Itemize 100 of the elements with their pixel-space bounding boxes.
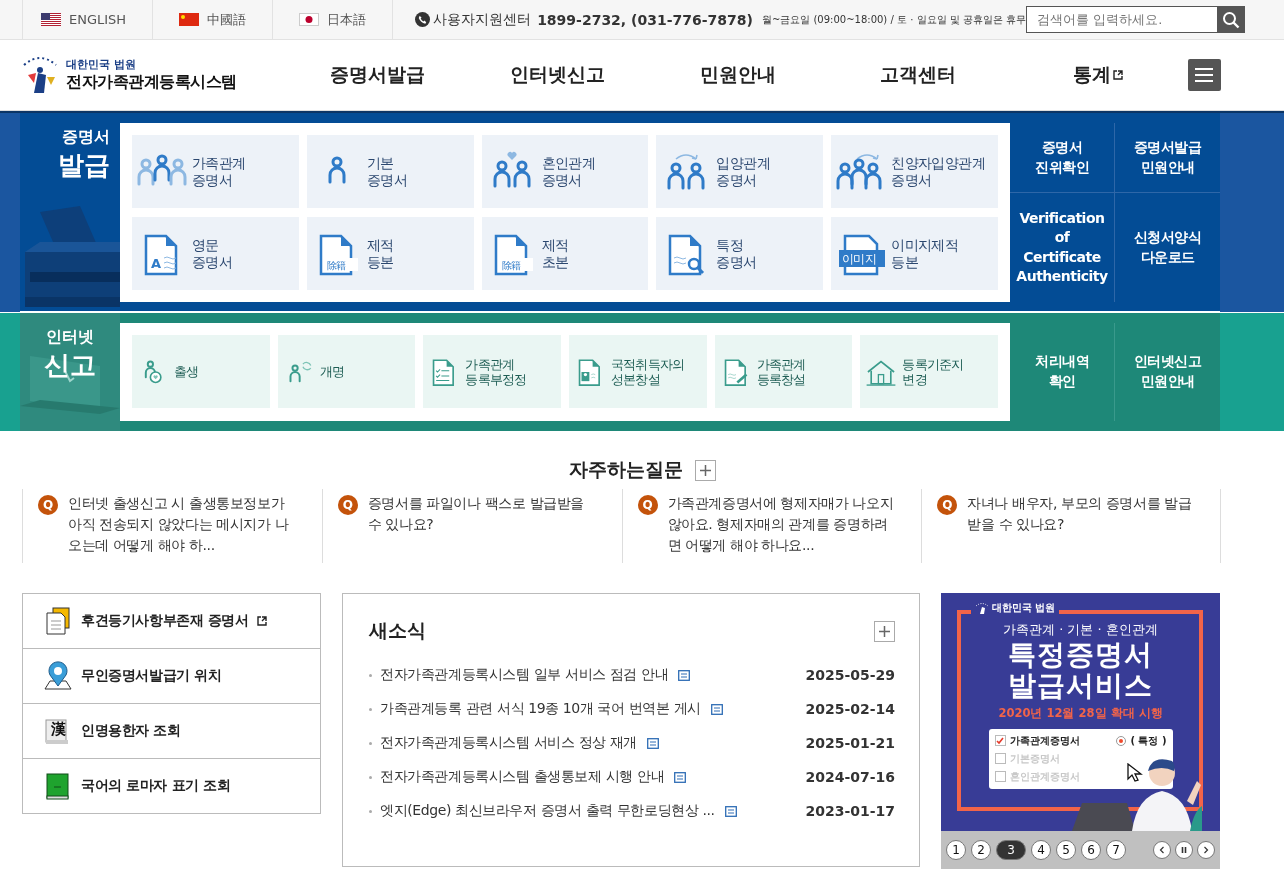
news-link[interactable]: 전자가족관계등록시스템 일부 서비스 점검 안내 (380, 666, 669, 684)
faq-item[interactable]: Q 증명서를 파일이나 팩스로 발급받을 수 있나요? (321, 489, 622, 563)
nav-link[interactable]: 민원안내 (647, 62, 828, 88)
chevron-right-icon (1202, 846, 1210, 854)
news-date: 2024-07-16 (805, 769, 895, 785)
bullet-icon (369, 673, 372, 677)
certificate-tile[interactable]: 기본 증명서 (306, 135, 474, 208)
nav-link[interactable]: 통계 (1007, 62, 1188, 88)
external-link-icon (256, 616, 267, 626)
bullet-icon (369, 707, 372, 711)
question-badge: Q (937, 495, 958, 515)
option-label: ( 특정 ) (1130, 733, 1167, 748)
section-link[interactable]: 인터넷신고 민원안내 (1115, 323, 1220, 421)
question-badge: Q (337, 495, 358, 515)
banner-notice: 2020년 12월 28일 확대 시행 (998, 705, 1163, 721)
language-link[interactable]: 中國語 (153, 0, 274, 39)
news-link[interactable]: 엣지(Edge) 최신브라우저 증명서 출력 무한로딩현상 ... (380, 802, 715, 820)
flag-icon (299, 13, 320, 26)
organization-name: 대한민국 법원 (66, 57, 137, 72)
organization-name: 대한민국 법원 (992, 601, 1056, 615)
section-title: 자주하는질문 (568, 457, 683, 482)
news-date: 2025-02-14 (805, 701, 895, 717)
section-title: 새소식 (369, 618, 426, 643)
cursor-icon (1127, 763, 1143, 783)
nav-link[interactable]: 증명서발급 (287, 62, 468, 88)
section-title: 신고 (44, 349, 96, 382)
banner-subtitle: 가족관계 · 기본 · 혼인관계 (1003, 621, 1158, 639)
site-title[interactable]: 전자가족관계등록시스템 (66, 72, 237, 93)
page-button[interactable]: 5 (1056, 840, 1076, 860)
plus-icon (699, 464, 711, 476)
search-icon (1221, 10, 1240, 29)
bullet-icon (369, 775, 372, 779)
document-icon (724, 805, 737, 817)
section-link[interactable]: Verification of Certificate Authenticity (1010, 193, 1115, 302)
language-link[interactable]: 日本語 (273, 0, 394, 39)
bullet-icon (369, 741, 372, 745)
news-date: 2025-01-21 (805, 735, 895, 751)
nav-link[interactable]: 고객센터 (827, 62, 1008, 88)
section-link[interactable]: 신청서양식 다운로드 (1115, 193, 1220, 302)
certificate-tile[interactable]: A 영문 증명서 (132, 217, 299, 290)
document-icon (646, 737, 659, 749)
page-button[interactable]: 7 (1106, 840, 1126, 860)
language-label[interactable]: 日本語 (327, 10, 367, 29)
page-button[interactable]: 6 (1081, 840, 1101, 860)
quick-link[interactable]: 무인증명서발급기 위치 (23, 649, 320, 704)
document-icon (710, 703, 723, 715)
section-link[interactable]: 증명서 진위확인 (1010, 123, 1115, 194)
faq-item[interactable]: Q 인터넷 출생신고 시 출생통보정보가 아직 전송되지 않았다는 메시지가 나오는데 어떻게 해야 하... (22, 489, 322, 563)
news-link[interactable]: 전자가족관계등록시스템 서비스 정상 재개 (380, 734, 637, 752)
certificate-tile[interactable]: 특정 증명서 (656, 217, 824, 290)
quick-link[interactable]: 漢 인명용한자 조회 (23, 704, 320, 759)
section-link[interactable]: 처리내역 확인 (1010, 323, 1115, 421)
page-button[interactable]: 1 (946, 840, 966, 860)
quick-link[interactable]: 후견등기사항부존재 증명서 (23, 594, 320, 649)
certificate-tile[interactable]: 혼인관계 증명서 (481, 135, 649, 208)
faq-item[interactable]: Q 자녀나 배우자, 부모의 증명서를 발급 받을 수 있나요? (921, 489, 1221, 563)
chevron-left-icon (1158, 846, 1166, 854)
search-field[interactable]: 검색어를 입력하세요. (1026, 6, 1246, 33)
page-button[interactable]: 3 (996, 840, 1026, 860)
certificate-tile[interactable]: 除籍 제적 초본 (481, 217, 649, 290)
report-tile[interactable]: 등록기준지 변경 (860, 335, 998, 408)
support-hours: 월~금요일 (09:00~18:00) / 토 · 일요일 및 공휴일은 휴무 (761, 12, 1027, 27)
section-subtitle: 증명서 (62, 127, 110, 148)
page-button[interactable]: 4 (1031, 840, 1051, 860)
certificate-tile[interactable]: 입양관계 증명서 (656, 135, 824, 208)
report-tile[interactable]: 가족관계 등록부정정 (423, 335, 561, 408)
search-button[interactable] (1217, 7, 1245, 32)
news-link[interactable]: 가족관계등록 관련 서식 19종 10개 국어 번역본 게시 (380, 700, 701, 718)
menu-button[interactable] (1187, 59, 1221, 91)
section-title: 발급 (58, 149, 110, 182)
language-link[interactable]: ENGLISH (22, 0, 154, 39)
documents-icon (43, 606, 73, 636)
checklist-label: 가족관계증명서 (1009, 733, 1080, 748)
certificate-tile[interactable]: 이미지 이미지제적 등본 (831, 217, 998, 290)
news-link[interactable]: 전자가족관계등록시스템 출생통보제 시행 안내 (380, 768, 665, 786)
more-button[interactable] (874, 620, 895, 642)
quick-link[interactable]: 국어의 로마자 표기 조회 (23, 759, 320, 813)
certificate-tile[interactable]: 除籍 제적 등본 (306, 217, 474, 290)
language-label[interactable]: 中國語 (207, 10, 247, 29)
report-tile[interactable]: 출생 (132, 335, 270, 408)
report-tile[interactable]: 국적취득자의 성본창설 (569, 335, 707, 408)
certificate-tile[interactable]: 가족관계 증명서 (132, 135, 299, 208)
more-button[interactable] (694, 459, 716, 481)
certificate-tile[interactable]: 친양자입양관계 증명서 (831, 135, 998, 208)
language-label[interactable]: ENGLISH (69, 12, 127, 27)
emblem-icon (975, 602, 989, 614)
previous-button[interactable] (1153, 841, 1171, 859)
next-button[interactable] (1197, 841, 1215, 859)
report-tile[interactable]: 개명 (277, 335, 416, 408)
phone-number: 1899-2732, (031-776-7878) (537, 11, 753, 28)
page-button[interactable]: 2 (971, 840, 991, 860)
nav-link[interactable]: 인터넷신고 (467, 62, 648, 88)
faq-item[interactable]: Q 가족관계증명서에 형제자매가 나오지 않아요. 형제자매의 관계를 증명하려면 어떻게 해야 하나요... (621, 489, 922, 563)
support-label: 사용자지원센터 (433, 10, 532, 29)
question-badge: Q (637, 495, 658, 515)
location-pin-icon (43, 661, 73, 691)
flag-icon (41, 13, 61, 26)
pause-button[interactable] (1175, 841, 1193, 859)
question-badge: Q (38, 495, 58, 515)
report-tile[interactable]: 가족관계 등록창설 (714, 335, 853, 408)
